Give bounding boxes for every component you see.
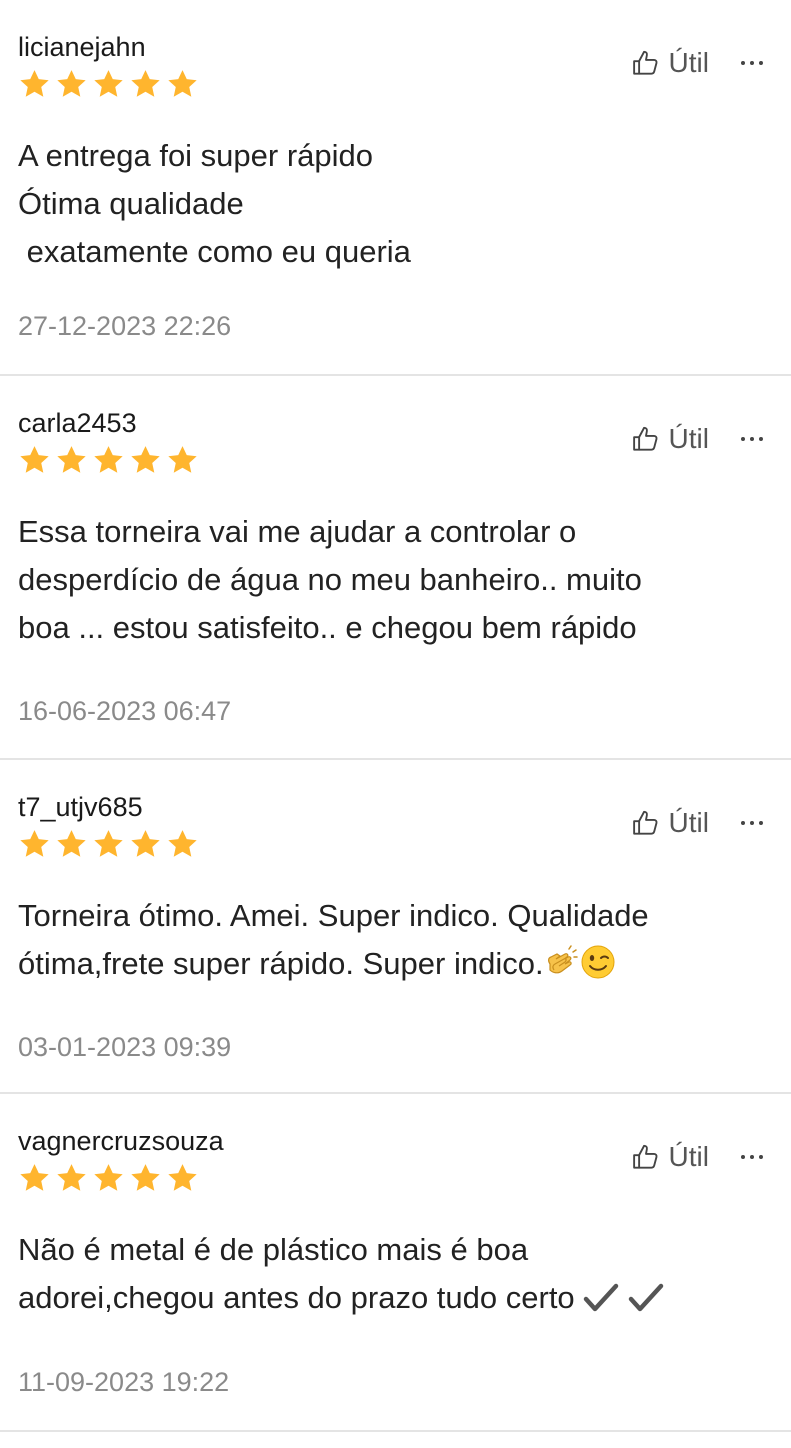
more-dot xyxy=(741,821,745,825)
review-date: 27-12-2023 22:26 xyxy=(18,311,232,341)
review-actions: Útil xyxy=(631,806,763,840)
more-dot xyxy=(741,1155,745,1159)
star-rating xyxy=(18,444,199,477)
star-rating xyxy=(18,828,199,861)
divider xyxy=(0,1430,791,1432)
review-actions: Útil xyxy=(631,46,763,80)
review-card: t7_utjv685 Útil Torneira ótimo. Amei. Su… xyxy=(0,760,791,1094)
star-icon xyxy=(20,446,49,473)
review-username: t7_utjv685 xyxy=(18,792,143,822)
star-icon xyxy=(168,830,197,857)
star-icon xyxy=(131,446,160,473)
review-text-line-with-icons: adorei,chegou antes do prazo tudo certo xyxy=(18,1274,758,1322)
review-text-line: desperdício de água no meu banheiro.. mu… xyxy=(18,562,642,597)
review-text-line: Ótima qualidade xyxy=(18,186,244,221)
useful-button[interactable]: Útil xyxy=(631,422,709,456)
review-text: Essa torneira vai me ajudar a controlar … xyxy=(18,508,758,652)
review-username: vagnercruzsouza xyxy=(18,1126,224,1156)
review-actions: Útil xyxy=(631,422,763,456)
review-card: carla2453 Útil Essa torneira vai me ajud… xyxy=(0,376,791,760)
star-icon xyxy=(20,830,49,857)
review-text-line: Não é metal é de plástico mais é boa xyxy=(18,1232,529,1267)
more-dot xyxy=(750,437,754,441)
star-icon xyxy=(94,446,123,473)
useful-label: Útil xyxy=(668,807,709,838)
star-icon xyxy=(94,830,123,857)
star-icon xyxy=(57,446,86,473)
star-icon xyxy=(131,1164,160,1191)
review-text: Não é metal é de plástico mais é boa ado… xyxy=(18,1226,758,1322)
useful-button[interactable]: Útil xyxy=(631,46,709,80)
review-text: Torneira ótimo. Amei. Super indico. Qual… xyxy=(18,892,758,988)
review-card: vagnercruzsouza Útil Não é metal é de pl… xyxy=(0,1094,791,1432)
star-rating xyxy=(18,68,199,101)
review-date: 03-01-2023 09:39 xyxy=(18,1032,232,1062)
review-text-line: Torneira ótimo. Amei. Super indico. Qual… xyxy=(18,898,649,933)
review-actions: Útil xyxy=(631,1140,763,1174)
more-dot xyxy=(759,821,763,825)
more-dot xyxy=(741,437,745,441)
star-icon xyxy=(20,1164,49,1191)
review-text-line-with-emoji: ótima,frete super rápido. Super indico. xyxy=(18,940,758,988)
more-options-button[interactable] xyxy=(741,422,763,456)
review-text-fragment: ótima,frete super rápido. Super indico. xyxy=(18,946,544,981)
useful-button[interactable]: Útil xyxy=(631,806,709,840)
useful-label: Útil xyxy=(668,1141,709,1172)
more-dot xyxy=(759,1155,763,1159)
thumbs-up-icon xyxy=(632,426,658,451)
review-card: licianejahn Útil A entrega foi super ráp… xyxy=(0,0,791,376)
star-icon xyxy=(168,446,197,473)
star-icon xyxy=(57,1164,86,1191)
star-icon xyxy=(131,830,160,857)
star-icon xyxy=(94,1164,123,1191)
review-text: A entrega foi super rápido Ótima qualida… xyxy=(18,132,758,276)
thumbs-up-icon xyxy=(632,810,658,835)
more-dot xyxy=(750,61,754,65)
star-icon xyxy=(57,830,86,857)
review-text-line: A entrega foi super rápido xyxy=(18,138,374,173)
review-username: licianejahn xyxy=(18,32,146,62)
useful-label: Útil xyxy=(668,423,709,454)
more-dot xyxy=(750,1155,754,1159)
star-icon xyxy=(131,70,160,97)
thumbs-up-icon xyxy=(632,1144,658,1169)
more-options-button[interactable] xyxy=(741,806,763,840)
review-text-fragment: adorei,chegou antes do prazo tudo certo xyxy=(18,1280,575,1315)
check-mark-icon xyxy=(583,1282,619,1314)
more-options-button[interactable] xyxy=(741,46,763,80)
review-username: carla2453 xyxy=(18,408,137,438)
review-date: 16-06-2023 06:47 xyxy=(18,696,232,726)
clapping-hands-emoji xyxy=(544,944,580,980)
more-dot xyxy=(759,61,763,65)
review-date: 11-09-2023 19:22 xyxy=(18,1367,230,1397)
useful-label: Útil xyxy=(668,47,709,78)
check-mark-icon xyxy=(628,1282,664,1314)
review-text-line: Essa torneira vai me ajudar a controlar … xyxy=(18,514,577,549)
thumbs-up-icon xyxy=(632,50,658,75)
more-dot xyxy=(750,821,754,825)
review-text-line: boa ... estou satisfeito.. e chegou bem … xyxy=(18,610,637,645)
more-dot xyxy=(759,437,763,441)
star-icon xyxy=(20,70,49,97)
star-icon xyxy=(57,70,86,97)
more-options-button[interactable] xyxy=(741,1140,763,1174)
star-rating xyxy=(18,1162,199,1195)
review-text-line: exatamente como eu queria xyxy=(18,234,411,269)
useful-button[interactable]: Útil xyxy=(631,1140,709,1174)
more-dot xyxy=(741,61,745,65)
star-icon xyxy=(168,70,197,97)
star-icon xyxy=(94,70,123,97)
winking-face-emoji xyxy=(580,944,616,980)
star-icon xyxy=(168,1164,197,1191)
